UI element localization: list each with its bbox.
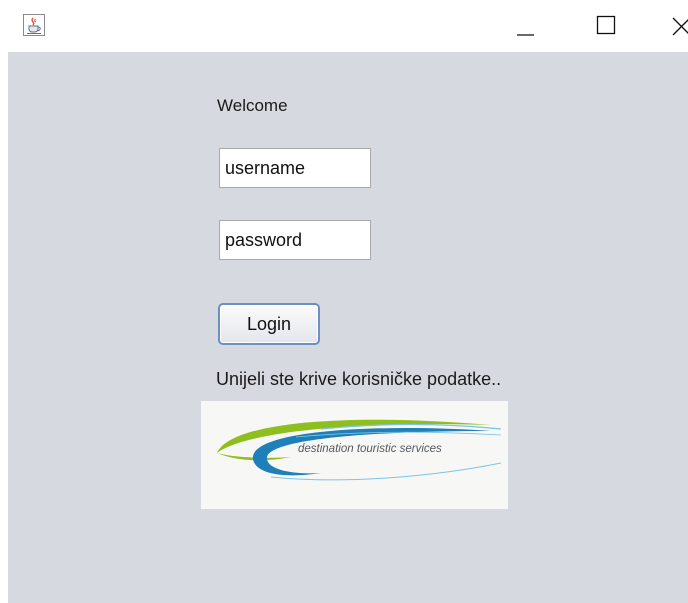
- close-button[interactable]: [664, 10, 688, 42]
- password-field[interactable]: [219, 220, 371, 260]
- username-field[interactable]: [219, 148, 371, 188]
- maximize-button[interactable]: [583, 10, 629, 42]
- logo-text: destination touristic services: [298, 443, 442, 455]
- error-message: Unijeli ste krive korisničke podatke..: [216, 369, 502, 389]
- maximize-icon: [596, 15, 616, 35]
- title-bar[interactable]: [0, 0, 688, 52]
- company-logo: destination touristic services: [201, 401, 508, 509]
- close-icon: [672, 17, 688, 36]
- java-cup-icon: [23, 14, 45, 36]
- minimize-icon: [517, 34, 534, 36]
- application-window: Welcome Login Unijeli ste krive korisnič…: [0, 0, 688, 603]
- login-panel: Welcome Login Unijeli ste krive korisnič…: [8, 52, 688, 603]
- welcome-label: Welcome: [217, 96, 288, 115]
- minimize-button[interactable]: [504, 10, 550, 42]
- login-button[interactable]: Login: [218, 303, 320, 345]
